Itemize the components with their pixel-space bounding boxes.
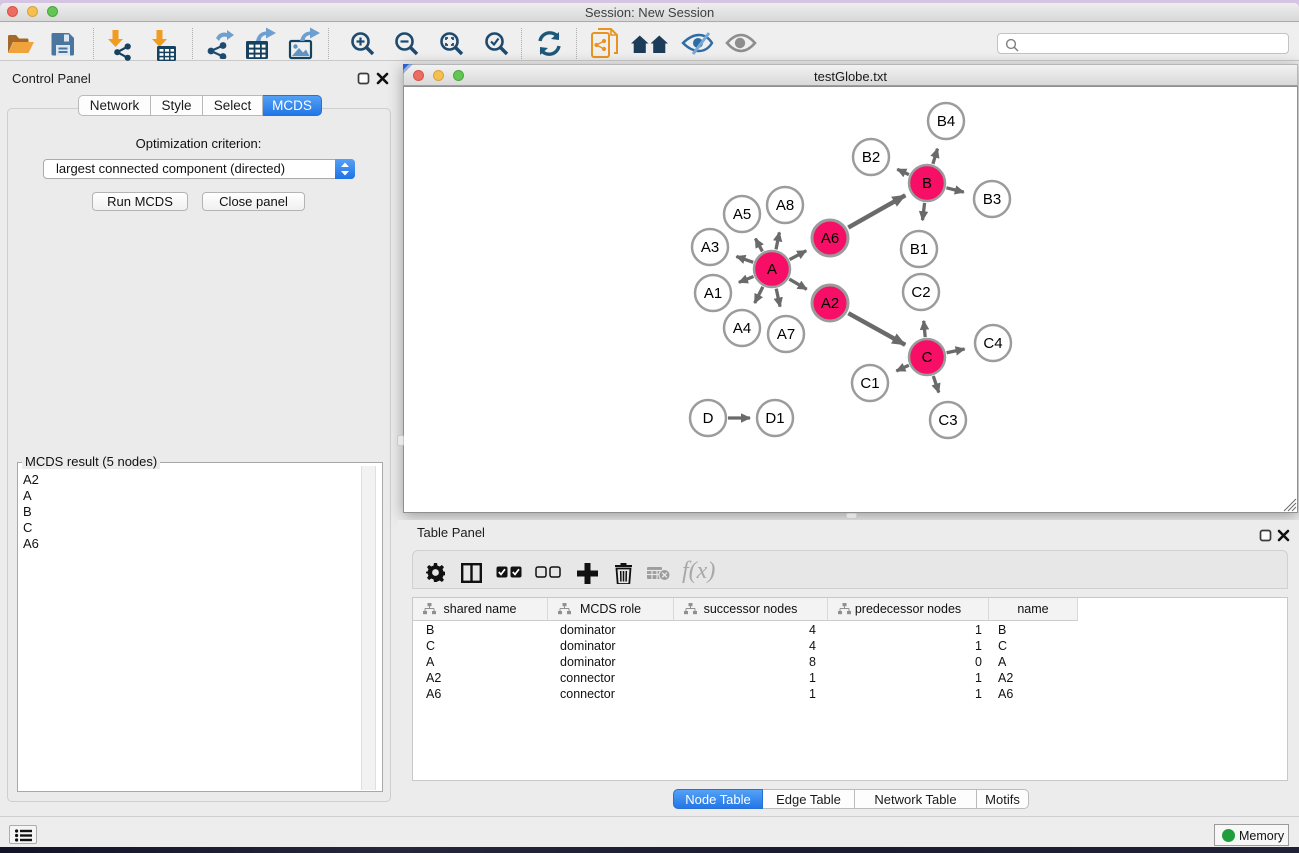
svg-text:A: A: [767, 261, 777, 278]
svg-text:A1: A1: [704, 285, 722, 302]
svg-text:C1: C1: [860, 375, 879, 392]
svg-text:A3: A3: [701, 239, 719, 256]
svg-text:C: C: [922, 349, 933, 366]
svg-text:A5: A5: [733, 206, 751, 223]
svg-text:A4: A4: [733, 320, 751, 337]
svg-text:D: D: [703, 410, 714, 427]
svg-text:B4: B4: [937, 113, 955, 130]
svg-text:B1: B1: [910, 241, 928, 258]
svg-text:B2: B2: [862, 149, 880, 166]
svg-text:D1: D1: [765, 410, 784, 427]
svg-text:A6: A6: [821, 230, 839, 247]
svg-text:B: B: [922, 175, 932, 192]
svg-text:C3: C3: [938, 412, 957, 429]
svg-text:C2: C2: [911, 284, 930, 301]
svg-text:A8: A8: [776, 197, 794, 214]
svg-text:A2: A2: [821, 295, 839, 312]
svg-text:A7: A7: [777, 326, 795, 343]
svg-text:B3: B3: [983, 191, 1001, 208]
svg-text:C4: C4: [983, 335, 1002, 352]
